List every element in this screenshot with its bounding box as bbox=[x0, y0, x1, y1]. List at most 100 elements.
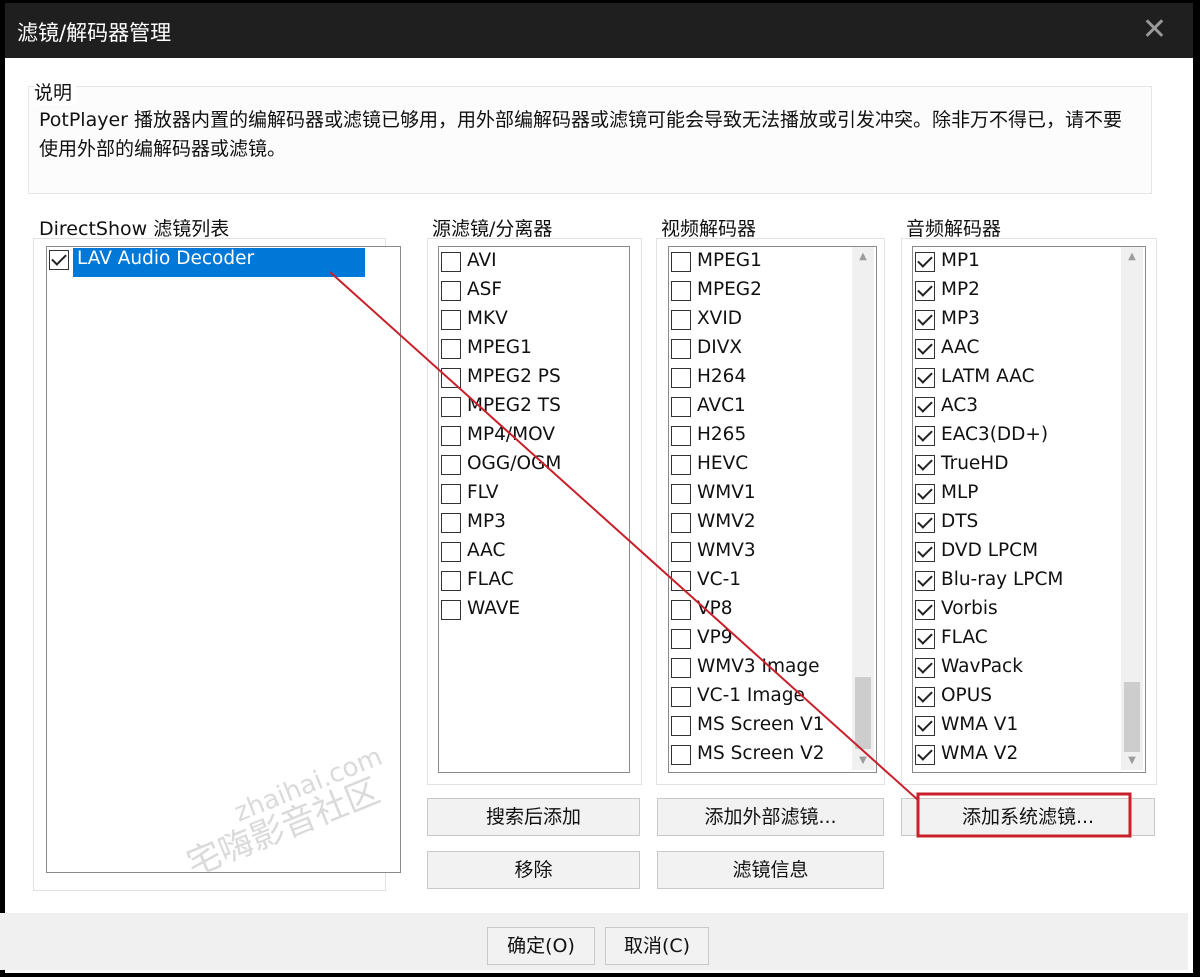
checkbox[interactable] bbox=[441, 252, 461, 272]
list-item[interactable]: DVD LPCM bbox=[915, 540, 1115, 569]
list-item[interactable]: AVI bbox=[441, 250, 641, 279]
list-item[interactable]: DTS bbox=[915, 511, 1115, 540]
checkbox[interactable] bbox=[441, 484, 461, 504]
search-add-button[interactable]: 搜索后添加 bbox=[427, 798, 640, 836]
list-item[interactable]: WAVE bbox=[441, 598, 641, 627]
list-item[interactable]: MP4/MOV bbox=[441, 424, 641, 453]
list-item[interactable]: MP2 bbox=[915, 279, 1115, 308]
checkbox[interactable] bbox=[441, 310, 461, 330]
list-item[interactable]: WMV1 bbox=[671, 482, 871, 511]
list-item[interactable]: H264 bbox=[671, 366, 871, 395]
checkbox[interactable] bbox=[671, 252, 691, 272]
video-decoder-list[interactable]: MPEG1 MPEG2 XVID DIVX H264 AVC1 H265 HEVC WMV1 WM… bbox=[668, 246, 877, 773]
checkbox[interactable] bbox=[441, 368, 461, 388]
checkbox[interactable] bbox=[671, 484, 691, 504]
list-item[interactable]: VP9 bbox=[671, 627, 871, 656]
list-item[interactable]: MS Screen V1 bbox=[671, 714, 871, 743]
list-item[interactable]: H265 bbox=[671, 424, 871, 453]
list-item[interactable]: WMV3 Image bbox=[671, 656, 871, 685]
list-item[interactable]: FLAC bbox=[915, 627, 1115, 656]
list-item[interactable]: MLP bbox=[915, 482, 1115, 511]
checkbox[interactable] bbox=[671, 397, 691, 417]
checkbox[interactable] bbox=[915, 542, 935, 562]
list-item[interactable]: DIVX bbox=[671, 337, 871, 366]
list-item[interactable]: MPEG2 PS bbox=[441, 366, 641, 395]
scroll-up-arrow-icon[interactable]: ▲ bbox=[852, 251, 874, 262]
list-item[interactable]: OGG/OGM bbox=[441, 453, 641, 482]
checkbox[interactable] bbox=[441, 571, 461, 591]
checkbox[interactable] bbox=[915, 252, 935, 272]
checkbox[interactable] bbox=[915, 658, 935, 678]
checkbox[interactable] bbox=[915, 368, 935, 388]
checkbox[interactable] bbox=[915, 687, 935, 707]
list-item[interactable]: OPUS bbox=[915, 685, 1115, 714]
checkbox[interactable] bbox=[671, 571, 691, 591]
checkbox[interactable] bbox=[671, 745, 691, 765]
list-item[interactable]: MS Screen V2 bbox=[671, 743, 871, 772]
checkbox[interactable] bbox=[671, 600, 691, 620]
list-item[interactable]: WMA V2 bbox=[915, 743, 1115, 772]
directshow-filter-list[interactable]: LAV Audio Decoder bbox=[46, 246, 401, 873]
checkbox[interactable] bbox=[915, 513, 935, 533]
checkbox[interactable] bbox=[671, 513, 691, 533]
scroll-up-arrow-icon[interactable]: ▲ bbox=[1121, 251, 1143, 262]
list-item[interactable]: LAV Audio Decoder bbox=[49, 248, 379, 277]
list-item[interactable]: MP1 bbox=[915, 250, 1115, 279]
list-item[interactable]: WMA V1 bbox=[915, 714, 1115, 743]
list-item[interactable]: FLV bbox=[441, 482, 641, 511]
checkbox[interactable] bbox=[441, 600, 461, 620]
checkbox[interactable] bbox=[441, 426, 461, 446]
list-item[interactable]: Vorbis bbox=[915, 598, 1115, 627]
list-item[interactable]: VC-1 bbox=[671, 569, 871, 598]
list-item[interactable]: MP3 bbox=[441, 511, 641, 540]
checkbox[interactable] bbox=[671, 426, 691, 446]
list-item[interactable]: LATM AAC bbox=[915, 366, 1115, 395]
checkbox[interactable] bbox=[915, 745, 935, 765]
checkbox[interactable] bbox=[915, 629, 935, 649]
scroll-down-arrow-icon[interactable]: ▼ bbox=[852, 755, 874, 766]
list-item[interactable]: AAC bbox=[915, 337, 1115, 366]
checkbox[interactable] bbox=[671, 310, 691, 330]
list-item[interactable]: VP8 bbox=[671, 598, 871, 627]
checkbox[interactable] bbox=[671, 716, 691, 736]
checkbox[interactable] bbox=[441, 339, 461, 359]
list-item[interactable]: AC3 bbox=[915, 395, 1115, 424]
list-item[interactable]: AVC1 bbox=[671, 395, 871, 424]
checkbox[interactable] bbox=[915, 484, 935, 504]
list-item[interactable]: FLAC bbox=[441, 569, 641, 598]
checkbox[interactable] bbox=[441, 397, 461, 417]
checkbox[interactable] bbox=[915, 310, 935, 330]
checkbox[interactable] bbox=[915, 339, 935, 359]
list-item[interactable]: MPEG1 bbox=[441, 337, 641, 366]
list-item[interactable]: ASF bbox=[441, 279, 641, 308]
list-item[interactable]: EAC3(DD+) bbox=[915, 424, 1115, 453]
checkbox[interactable] bbox=[441, 281, 461, 301]
checkbox[interactable] bbox=[915, 571, 935, 591]
checkbox[interactable] bbox=[671, 687, 691, 707]
checkbox[interactable] bbox=[915, 397, 935, 417]
cancel-button[interactable]: 取消(C) bbox=[605, 927, 709, 965]
checkbox[interactable] bbox=[671, 658, 691, 678]
list-item[interactable]: MPEG2 bbox=[671, 279, 871, 308]
checkbox[interactable] bbox=[671, 542, 691, 562]
filter-info-button[interactable]: 滤镜信息 bbox=[657, 851, 884, 889]
list-item[interactable]: VC-1 Image bbox=[671, 685, 871, 714]
list-item[interactable]: MPEG1 bbox=[671, 250, 871, 279]
list-item[interactable]: WMV3 bbox=[671, 540, 871, 569]
close-icon[interactable]: ✕ bbox=[1142, 12, 1167, 47]
list-item[interactable]: WavPack bbox=[915, 656, 1115, 685]
checkbox[interactable] bbox=[915, 281, 935, 301]
list-item[interactable]: AAC bbox=[441, 540, 641, 569]
source-filter-list[interactable]: AVI ASF MKV MPEG1 MPEG2 PS MPEG2 TS MP4/MOV OGG… bbox=[438, 246, 630, 773]
checkbox[interactable] bbox=[915, 716, 935, 736]
checkbox[interactable] bbox=[49, 250, 69, 270]
audio-decoder-list[interactable]: MP1 MP2 MP3 AAC LATM AAC AC3 EAC3(DD+) TrueHD ML… bbox=[912, 246, 1146, 773]
checkbox[interactable] bbox=[915, 600, 935, 620]
list-item[interactable]: MPEG2 TS bbox=[441, 395, 641, 424]
ok-button[interactable]: 确定(O) bbox=[487, 927, 595, 965]
checkbox[interactable] bbox=[671, 629, 691, 649]
list-item[interactable]: TrueHD bbox=[915, 453, 1115, 482]
checkbox[interactable] bbox=[441, 455, 461, 475]
audio-list-scrollbar[interactable]: ▲ ▼ bbox=[1121, 247, 1143, 770]
remove-button[interactable]: 移除 bbox=[427, 851, 640, 889]
